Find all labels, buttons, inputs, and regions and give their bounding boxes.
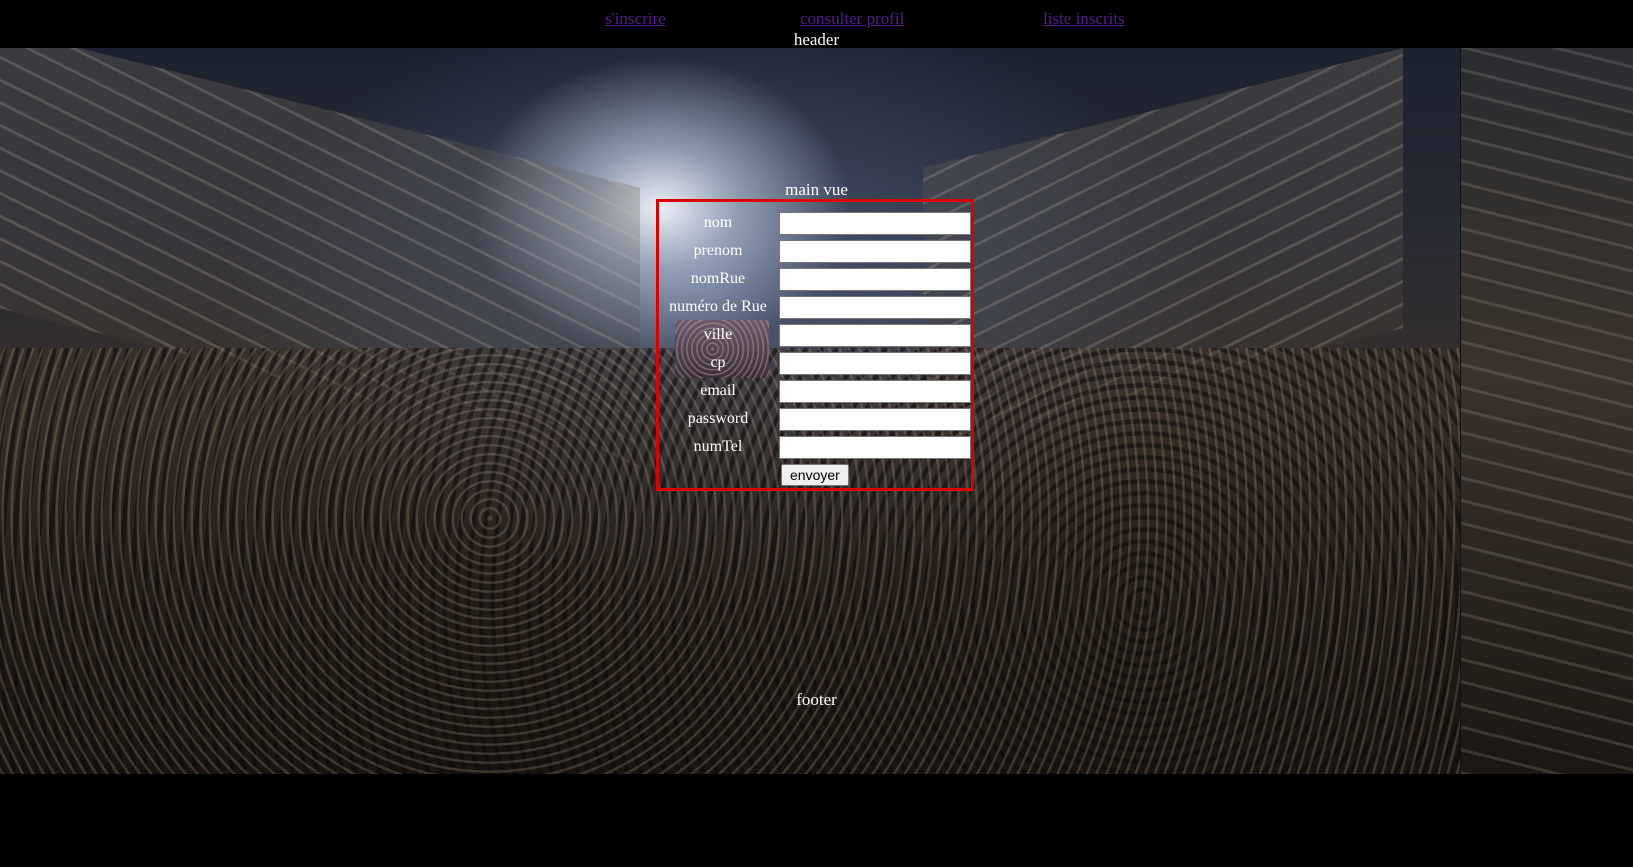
footer-label: footer	[796, 690, 837, 709]
password-input[interactable]	[779, 408, 971, 431]
ville-input[interactable]	[779, 324, 971, 347]
main-section-label: main vue	[785, 180, 848, 199]
background-tile-repeat	[1460, 48, 1633, 774]
form-row-email: email	[659, 380, 971, 406]
form-row-numero-rue: numéro de Rue	[659, 296, 971, 322]
header-label: header	[793, 30, 840, 49]
email-label: email	[700, 382, 736, 399]
nom-label: nom	[703, 214, 733, 231]
form-row-nom: nom	[659, 212, 971, 238]
nav-link-sinscrire[interactable]: s'inscrire	[605, 9, 666, 29]
nav-link-liste-inscrits[interactable]: liste inscrits	[1043, 9, 1125, 29]
numero-rue-label: numéro de Rue	[669, 298, 767, 315]
nomrue-label: nomRue	[690, 270, 746, 287]
form-row-ville: ville	[659, 324, 971, 350]
form-row-cp: cp	[659, 352, 971, 378]
prenom-label: prenom	[693, 242, 743, 259]
numtel-input[interactable]	[779, 436, 971, 459]
ville-label: ville	[703, 326, 733, 343]
envoyer-button[interactable]: envoyer	[781, 464, 849, 486]
nav-link-consulter-profil[interactable]: consulter profil	[800, 9, 904, 29]
cp-input[interactable]	[779, 352, 971, 375]
form-row-numtel: numTel	[659, 436, 971, 462]
form-row-password: password	[659, 408, 971, 434]
nom-input[interactable]	[779, 212, 971, 235]
registration-form: nom prenom nomRue numéro de Rue ville cp…	[656, 199, 974, 491]
form-row-prenom: prenom	[659, 240, 971, 266]
email-input[interactable]	[779, 380, 971, 403]
prenom-input[interactable]	[779, 240, 971, 263]
form-row-nomrue: nomRue	[659, 268, 971, 294]
cp-label: cp	[710, 354, 726, 371]
nomrue-input[interactable]	[779, 268, 971, 291]
numtel-label: numTel	[693, 438, 743, 455]
password-label: password	[687, 410, 749, 427]
numero-rue-input[interactable]	[779, 296, 971, 319]
